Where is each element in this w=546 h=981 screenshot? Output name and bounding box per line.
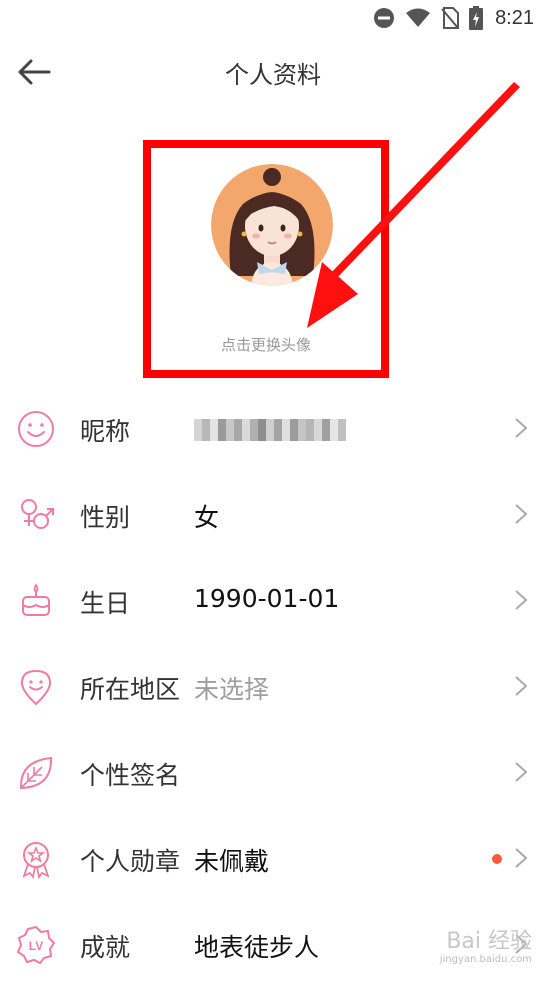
region-value: 未选择 [194, 675, 270, 704]
medal-row[interactable]: 个人勋章 未佩戴 [0, 815, 546, 901]
chevron-right-icon [515, 418, 528, 438]
avatar[interactable] [211, 164, 333, 286]
watermark-text: Bai 经验 [446, 929, 532, 954]
signature-row[interactable]: 个性签名 [0, 729, 546, 815]
watermark: Bai 经验 jingyan.baidu.com [440, 931, 532, 965]
region-row[interactable]: 所在地区 未选择 [0, 643, 546, 729]
row-label: 所在地区 [80, 675, 181, 704]
gender-row[interactable]: 性别 女 [0, 471, 546, 557]
gender-icon [21, 499, 54, 529]
chevron-right-icon [515, 762, 528, 782]
nickname-row[interactable]: 昵称 [0, 385, 546, 471]
row-label: 个人勋章 [80, 847, 181, 876]
cake-icon [22, 583, 50, 616]
status-bar: 8:21 [0, 0, 546, 36]
notification-dot [492, 854, 502, 864]
title-bar: 个人资料 [0, 36, 546, 106]
medal-value: 未佩戴 [194, 847, 270, 876]
page-title: 个人资料 [225, 61, 321, 89]
nickname-value-blurred [194, 419, 346, 441]
row-label: 个性签名 [80, 761, 181, 790]
svg-text:LV: LV [29, 939, 43, 953]
row-label: 性别 [80, 503, 131, 532]
wifi-icon [406, 8, 431, 27]
avatar-highlight-box: 点击更换头像 [143, 140, 389, 378]
location-icon [20, 669, 52, 706]
chevron-right-icon [515, 676, 528, 696]
level-icon: LV [16, 925, 56, 965]
smile-icon [18, 411, 54, 447]
birthday-row[interactable]: 生日 1990-01-01 [0, 557, 546, 643]
watermark-url: jingyan.baidu.com [439, 954, 532, 965]
status-time: 8:21 [495, 6, 534, 29]
row-label: 成就 [80, 933, 131, 962]
medal-icon [22, 842, 50, 879]
birthday-value: 1990-01-01 [194, 584, 340, 613]
do-not-disturb-icon [374, 8, 395, 28]
chevron-right-icon [515, 848, 528, 868]
battery-charging-icon [469, 6, 484, 30]
profile-list: 昵称 性别 女 生日 1990-01-01 所在地区 未选择 个性签名 个人勋章… [0, 385, 546, 981]
chevron-right-icon [515, 504, 528, 524]
change-avatar-hint[interactable]: 点击更换头像 [151, 334, 381, 355]
avatar-illustration [211, 164, 333, 286]
leaf-icon [19, 756, 53, 790]
status-icons: 8:21 [373, 4, 534, 32]
row-label: 昵称 [80, 417, 131, 446]
row-label: 生日 [80, 589, 131, 618]
no-sim-icon [441, 7, 460, 29]
gender-value: 女 [194, 503, 220, 532]
chevron-right-icon [515, 590, 528, 610]
achievement-value: 地表徒步人 [194, 933, 320, 962]
